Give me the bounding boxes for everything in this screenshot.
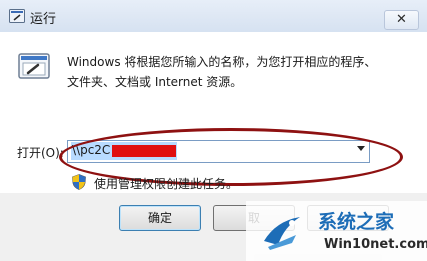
run-description: Windows 将根据您所输入的名称，为您打开相应的程序、 文件夹、文档或 In…	[67, 52, 412, 92]
watermark-domain: Win10net.com	[324, 237, 427, 252]
watermark-logo-icon	[264, 217, 300, 250]
admin-note: 使用管理权限创建此任务。	[94, 177, 239, 191]
run-program-icon	[18, 53, 50, 79]
close-icon: ✕	[396, 12, 407, 27]
uac-shield-icon	[72, 174, 86, 190]
dialog-body: Windows 将根据您所输入的名称，为您打开相应的程序、 文件夹、文档或 In…	[0, 32, 427, 193]
open-label: 打开(O):	[17, 146, 64, 160]
title-bar[interactable]: 运行 ✕	[0, 0, 427, 33]
close-button[interactable]: ✕	[384, 10, 419, 30]
description-line-1: Windows 将根据您所输入的名称，为您打开相应的程序、	[67, 55, 377, 69]
description-line-2: 文件夹、文档或 Internet 资源。	[67, 75, 243, 89]
watermark-name: 系统之家	[318, 211, 395, 233]
window-title: 运行	[30, 12, 57, 27]
ok-button[interactable]: 确定	[119, 205, 201, 231]
watermark: 系统之家 Win10net.com	[246, 201, 427, 261]
run-app-icon	[9, 9, 25, 23]
run-dialog: 运行 ✕ Windows 将根据您所输入的名称，为您打开相应的程序、 文件夹、文…	[0, 0, 427, 261]
